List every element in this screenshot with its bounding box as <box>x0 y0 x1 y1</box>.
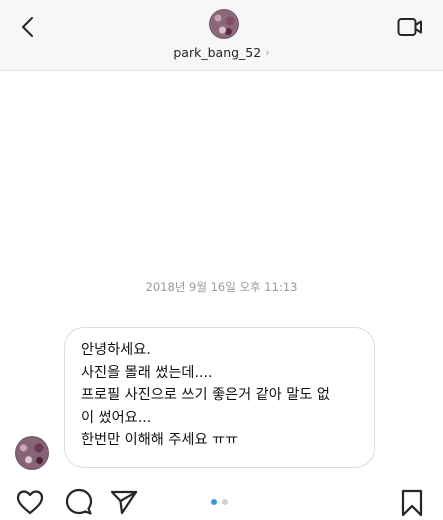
chevron-left-icon <box>22 17 33 37</box>
message-line: 사진을 몰래 썼는데.... <box>81 364 213 381</box>
comment-button[interactable] <box>64 488 94 516</box>
like-button[interactable] <box>15 488 45 516</box>
message-line: 이 썼어요... <box>81 409 152 426</box>
message-line: 안녕하세요. <box>81 342 151 358</box>
message-bubble[interactable]: 안녕하세요. 사진을 몰래 썼는데.... 프로필 사진으로 쓰기 좋은거 같아… <box>64 327 375 468</box>
message-line: 한번만 이해해 주세요 ㅠㅠ <box>81 432 239 448</box>
conversation-header: park_bang_52 › <box>0 0 443 71</box>
message-line: 프로필 사진으로 쓰기 좋은거 같아 말도 없 <box>81 387 330 403</box>
profile-avatar[interactable] <box>209 9 239 39</box>
post-action-bar <box>0 480 443 520</box>
username-label: park_bang_52 <box>173 44 262 60</box>
save-button[interactable] <box>398 488 426 518</box>
chevron-right-icon: › <box>265 45 270 59</box>
sender-avatar[interactable] <box>15 436 49 470</box>
heart-icon <box>16 490 44 515</box>
username-link[interactable]: park_bang_52 › <box>0 43 443 61</box>
paper-plane-icon <box>110 490 138 515</box>
video-camera-icon <box>397 18 422 36</box>
bookmark-icon <box>401 489 423 517</box>
video-call-button[interactable] <box>396 14 424 40</box>
share-button[interactable] <box>109 488 139 516</box>
back-button[interactable] <box>12 12 42 42</box>
carousel-dot <box>222 499 228 505</box>
carousel-indicator <box>211 499 228 505</box>
message-timestamp: 2018년 9월 16일 오후 11:13 <box>145 280 298 294</box>
comment-icon <box>65 488 93 515</box>
carousel-dot-active <box>211 499 217 505</box>
